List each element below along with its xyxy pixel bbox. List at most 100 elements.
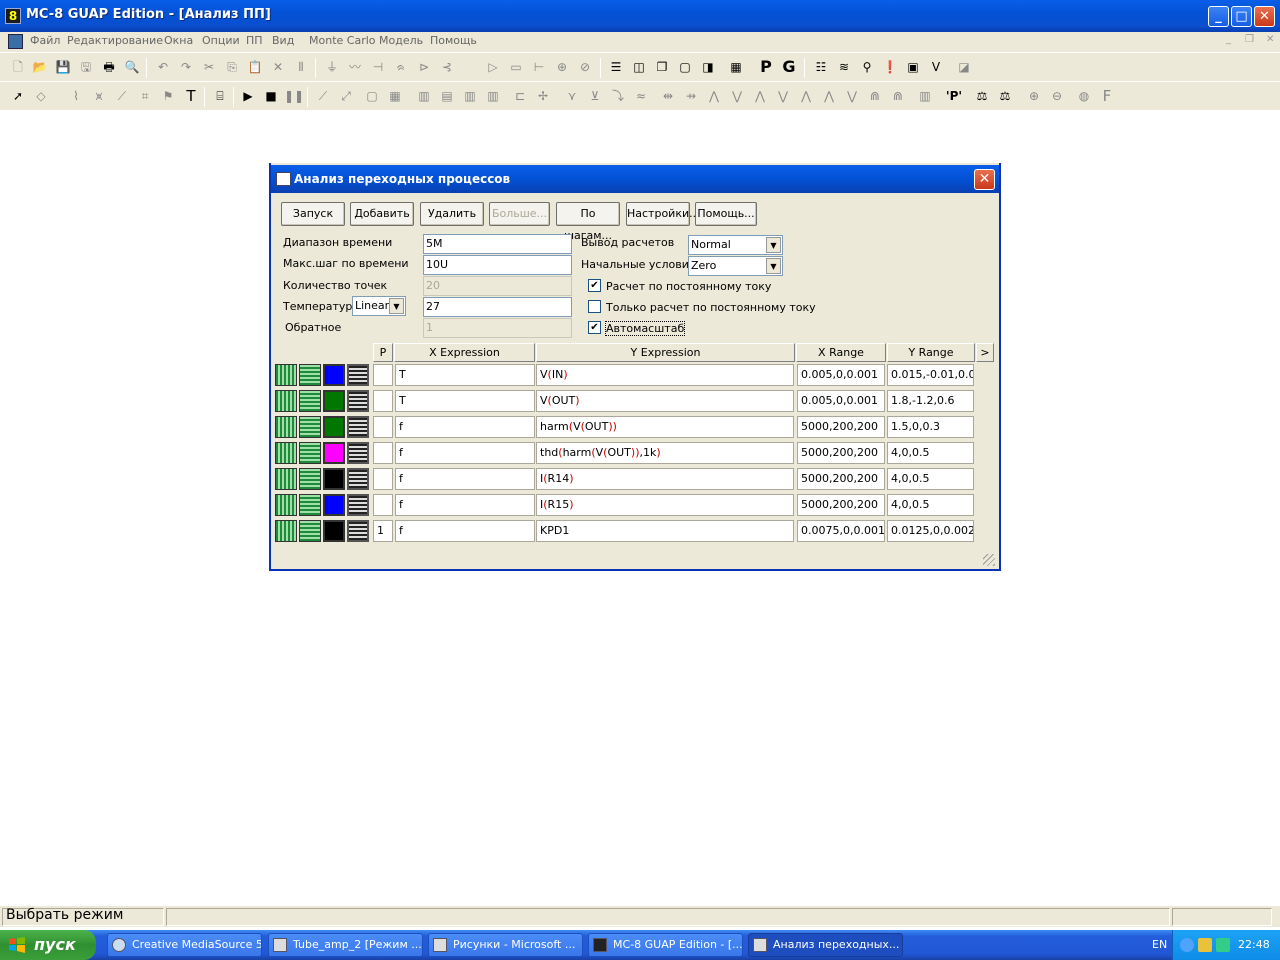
numeric-output-icon[interactable] bbox=[347, 442, 369, 464]
scale-icon[interactable]: ⤢ bbox=[336, 86, 356, 106]
cell-p[interactable]: 1 bbox=[373, 520, 393, 542]
cell-x-expression[interactable]: T bbox=[395, 364, 535, 386]
cell-y-expression[interactable]: harm(V(OUT)) bbox=[536, 416, 794, 438]
curve-color-swatch[interactable] bbox=[323, 494, 345, 516]
cell-p[interactable] bbox=[373, 364, 393, 386]
table-c-icon[interactable]: ▥ bbox=[460, 86, 480, 106]
cell-p[interactable] bbox=[373, 416, 393, 438]
axis-icon[interactable]: ⊏ bbox=[510, 86, 530, 106]
curve-color-swatch[interactable] bbox=[323, 364, 345, 386]
slope-icon[interactable]: ⤵ bbox=[608, 86, 628, 106]
curve-color-swatch[interactable] bbox=[323, 442, 345, 464]
probe-icon[interactable]: ⚲ bbox=[857, 57, 877, 77]
line-icon[interactable]: ⟋ bbox=[313, 86, 333, 106]
cell-y-range[interactable]: 0.0125,0,0.0025 bbox=[887, 520, 974, 542]
document-icon[interactable] bbox=[8, 34, 23, 49]
cell-y-expression[interactable]: KPD1 bbox=[536, 520, 794, 542]
copy-icon[interactable]: ⎘ bbox=[222, 57, 242, 77]
menu-file[interactable]: Файл bbox=[30, 33, 60, 49]
menu-view[interactable]: Вид bbox=[272, 33, 294, 49]
cell-x-expression[interactable]: f bbox=[395, 494, 535, 516]
time-range-field[interactable]: 5M bbox=[423, 234, 572, 254]
task-creative-mediasource[interactable]: Creative MediaSource 5 bbox=[107, 933, 262, 957]
prev-point-icon[interactable]: ⇸ bbox=[681, 86, 701, 106]
point-p-icon[interactable]: 'P' bbox=[944, 86, 964, 106]
grid-icon[interactable]: ▦ bbox=[385, 86, 405, 106]
autoscale-checkbox[interactable]: ✔ bbox=[588, 321, 601, 334]
cell-x-range[interactable]: 5000,200,200 bbox=[797, 442, 885, 464]
table-b-icon[interactable]: ▤ bbox=[437, 86, 457, 106]
table-d-icon[interactable]: ▥ bbox=[483, 86, 503, 106]
language-indicator[interactable]: EN bbox=[1152, 938, 1167, 951]
task-mc8[interactable]: MC-8 GUAP Edition - [... bbox=[588, 933, 743, 957]
line-style-icon[interactable] bbox=[275, 364, 297, 386]
properties-icon[interactable]: ⌸ bbox=[210, 86, 230, 106]
new-file-icon[interactable]: 🗋 bbox=[8, 57, 28, 77]
zoom-out-icon[interactable]: ⊖ bbox=[1047, 86, 1067, 106]
disabled-chart-icon[interactable]: ◪ bbox=[954, 57, 974, 77]
global-low-icon[interactable]: ⋒ bbox=[888, 86, 908, 106]
transistor-icon[interactable]: ⊰ bbox=[437, 57, 457, 77]
cell-x-range[interactable]: 5000,200,200 bbox=[797, 494, 885, 516]
menu-windows[interactable]: Окна bbox=[164, 33, 193, 49]
component-mode-icon[interactable]: ◇ bbox=[31, 86, 51, 106]
numeric-output-icon[interactable] bbox=[347, 416, 369, 438]
cell-y-range[interactable]: 4,0,0.5 bbox=[887, 494, 974, 516]
cell-y-expression[interactable]: I(R15) bbox=[536, 494, 794, 516]
select-all-icon[interactable]: ⦀ bbox=[291, 57, 311, 77]
menu-monte-carlo[interactable]: Monte Carlo bbox=[309, 33, 376, 49]
line-style-icon[interactable] bbox=[275, 390, 297, 412]
chevron-down-icon[interactable]: ▼ bbox=[766, 258, 781, 274]
help-button[interactable]: Помощь... bbox=[695, 202, 757, 226]
point-style-icon[interactable] bbox=[299, 442, 321, 464]
maximize-button[interactable]: □ bbox=[1231, 6, 1252, 27]
paste-icon[interactable]: 📋 bbox=[245, 57, 265, 77]
capacitor-icon[interactable]: ⊣ bbox=[368, 57, 388, 77]
point-style-icon[interactable] bbox=[299, 364, 321, 386]
curve-color-swatch[interactable] bbox=[323, 468, 345, 490]
resize-grip[interactable] bbox=[983, 554, 995, 566]
header-more[interactable]: > bbox=[976, 343, 994, 362]
point-style-icon[interactable] bbox=[299, 416, 321, 438]
next-valley-icon[interactable]: ⋁ bbox=[773, 86, 793, 106]
task-tube-amp[interactable]: Tube_amp_2 [Режим ... bbox=[268, 933, 423, 957]
security-icon[interactable] bbox=[1198, 938, 1212, 952]
numeric-output-icon[interactable] bbox=[347, 494, 369, 516]
header-y-expression[interactable]: Y Expression bbox=[536, 343, 795, 362]
valley-icon[interactable]: ⊻ bbox=[585, 86, 605, 106]
cell-x-expression[interactable]: f bbox=[395, 416, 535, 438]
tag-horizontal-icon[interactable]: ⚖ bbox=[972, 86, 992, 106]
header-y-range[interactable]: Y Range bbox=[887, 343, 975, 362]
network-icon[interactable] bbox=[1216, 938, 1230, 952]
cell-x-range[interactable]: 0.0075,0,0.0015 bbox=[797, 520, 885, 542]
menu-edit[interactable]: Редактирование bbox=[67, 33, 163, 49]
settings-button[interactable]: Настройки... bbox=[626, 202, 700, 226]
source-icon[interactable]: ⊕ bbox=[552, 57, 572, 77]
text-mode-icon[interactable]: T bbox=[181, 86, 201, 106]
line-style-icon[interactable] bbox=[275, 468, 297, 490]
curve-color-swatch[interactable] bbox=[323, 390, 345, 412]
cell-x-range[interactable]: 0.005,0,0.001 bbox=[797, 364, 885, 386]
menu-model[interactable]: Модель bbox=[379, 33, 423, 49]
cell-y-range[interactable]: 4,0,0.5 bbox=[887, 468, 974, 490]
cell-x-expression[interactable]: f bbox=[395, 520, 535, 542]
mdi-close-icon[interactable]: ✕ bbox=[1266, 34, 1274, 45]
cascade-icon[interactable]: ❐ bbox=[652, 57, 672, 77]
delete-button[interactable]: Удалить bbox=[420, 202, 484, 226]
diagonal-wire-icon[interactable]: ⟋ bbox=[112, 86, 132, 106]
wire-mode-icon[interactable]: ⌇ bbox=[66, 86, 86, 106]
cell-x-expression[interactable]: T bbox=[395, 390, 535, 412]
app-icon[interactable]: 8 bbox=[5, 8, 21, 24]
cell-x-expression[interactable]: f bbox=[395, 442, 535, 464]
cell-y-expression[interactable]: thd(harm(V(OUT)),1k) bbox=[536, 442, 794, 464]
high-icon[interactable]: ⋀ bbox=[796, 86, 816, 106]
frame-icon[interactable]: ▢ bbox=[362, 86, 382, 106]
cell-y-range[interactable]: 1.5,0,0.3 bbox=[887, 416, 974, 438]
scope-icon[interactable]: ▣ bbox=[903, 57, 923, 77]
add-button[interactable]: Добавить bbox=[350, 202, 414, 226]
tile-horizontal-icon[interactable]: ☰ bbox=[606, 57, 626, 77]
cell-y-range[interactable]: 0.015,-0.01,0.005 bbox=[887, 364, 974, 386]
resistor-icon[interactable]: 〰 bbox=[345, 57, 365, 77]
cursor-icon[interactable]: ✢ bbox=[533, 86, 553, 106]
table-a-icon[interactable]: ▥ bbox=[414, 86, 434, 106]
